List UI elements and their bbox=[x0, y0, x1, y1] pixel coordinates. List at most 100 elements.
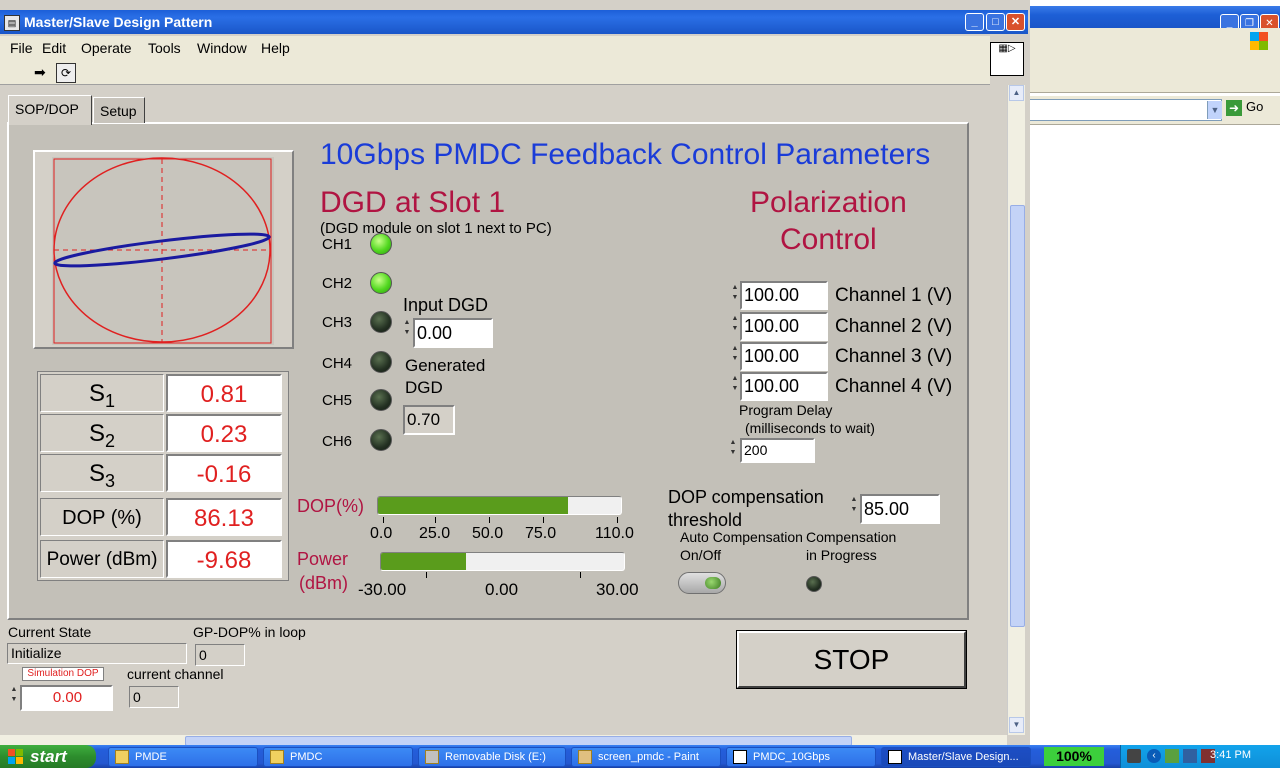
dop-tick-110: 110.0 bbox=[595, 525, 634, 542]
stop-button[interactable]: STOP bbox=[737, 631, 966, 688]
ch6-led[interactable] bbox=[370, 429, 392, 451]
ch2-led[interactable] bbox=[370, 272, 392, 294]
ch5-led[interactable] bbox=[370, 389, 392, 411]
taskbar-item-master-slave[interactable]: Master/Slave Design... bbox=[881, 747, 1031, 767]
power-tick-mid: 0.00 bbox=[485, 580, 519, 599]
dop-progress-fill bbox=[378, 497, 568, 514]
scroll-down-icon[interactable]: ▼ bbox=[1009, 717, 1024, 733]
windows-flag-icon bbox=[1250, 32, 1268, 50]
folder-icon bbox=[270, 750, 284, 764]
horizontal-scrollbar[interactable] bbox=[0, 735, 1007, 746]
dgd-title: DGD at Slot 1 bbox=[320, 186, 506, 219]
windows-logo-icon bbox=[8, 749, 23, 764]
folder-icon bbox=[115, 750, 129, 764]
ch4-led[interactable] bbox=[370, 351, 392, 373]
run-arrow-icon[interactable]: ➡ bbox=[34, 64, 50, 80]
menu-window[interactable]: Window bbox=[197, 40, 247, 56]
chevron-down-icon[interactable]: ▼ bbox=[1207, 101, 1222, 119]
taskbar-item-pmde[interactable]: PMDE bbox=[108, 747, 258, 767]
labview-window: ▤ Master/Slave Design Pattern _ □ ✕ File… bbox=[0, 0, 1030, 746]
menu-help[interactable]: Help bbox=[261, 40, 290, 56]
ch3-led[interactable] bbox=[370, 311, 392, 333]
channel-4-label: Channel 4 (V) bbox=[835, 376, 953, 397]
s3-value: -0.16 bbox=[166, 454, 282, 492]
close-icon: ✕ bbox=[1010, 16, 1021, 28]
current-state-label: Current State bbox=[8, 624, 92, 640]
network-icon bbox=[1165, 749, 1179, 763]
channel-3-field[interactable]: 100.00 bbox=[740, 342, 828, 371]
dop-tickmark bbox=[383, 517, 384, 523]
address-input[interactable]: ▼ bbox=[1028, 99, 1222, 121]
power-value: -9.68 bbox=[166, 540, 282, 578]
vertical-scrollbar[interactable]: ▲ ▼ bbox=[1007, 85, 1025, 735]
address-bar: ▼ ➜ Go bbox=[1028, 96, 1280, 125]
maximize-button[interactable]: □ bbox=[986, 13, 1005, 31]
compensation-progress-led bbox=[806, 576, 822, 592]
input-dgd-field[interactable]: 0.00 bbox=[413, 318, 493, 348]
tab-sop-dop[interactable]: SOP/DOP bbox=[8, 95, 92, 125]
channel-3-label: Channel 3 (V) bbox=[835, 346, 953, 367]
channel-4-spinner[interactable]: ▲ ▼ bbox=[731, 374, 739, 396]
channel-2-field[interactable]: 100.00 bbox=[740, 312, 828, 341]
ch1-label: CH1 bbox=[322, 236, 353, 253]
generated-dgd-label-2: DGD bbox=[405, 378, 443, 397]
menu-operate[interactable]: Operate bbox=[81, 40, 132, 56]
run-continuously-icon[interactable]: ⟳ bbox=[56, 63, 76, 83]
simulation-dop-field[interactable]: 0.00 bbox=[20, 685, 113, 711]
taskbar-item-paint[interactable]: screen_pmdc - Paint bbox=[571, 747, 721, 767]
program-delay-label: Program Delay bbox=[739, 402, 833, 418]
program-delay-field[interactable]: 200 bbox=[740, 438, 815, 463]
s1-label: S1 bbox=[40, 374, 164, 412]
taskbar-item-removable-disk[interactable]: Removable Disk (E:) bbox=[418, 747, 566, 767]
start-button[interactable]: start bbox=[0, 745, 96, 768]
simulation-dop-spinner[interactable]: ▲ ▼ bbox=[10, 685, 18, 707]
channel-4-field[interactable]: 100.00 bbox=[740, 372, 828, 401]
s1-value: 0.81 bbox=[166, 374, 282, 412]
dop-threshold-label: DOP compensation bbox=[668, 487, 824, 507]
dop-bar-label: DOP(%) bbox=[297, 496, 364, 516]
monitor-icon bbox=[1183, 749, 1197, 763]
channel-1-spinner[interactable]: ▲ ▼ bbox=[731, 283, 739, 305]
auto-compensation-label: Auto Compensation bbox=[680, 529, 803, 545]
power-progress-fill bbox=[381, 553, 467, 570]
taskbar-item-pmdc-10gbps[interactable]: PMDC_10Gbps bbox=[726, 747, 876, 767]
labview-icon bbox=[733, 750, 747, 764]
scroll-thumb[interactable] bbox=[1010, 205, 1025, 627]
input-dgd-spinner[interactable]: ▲ ▼ bbox=[403, 318, 411, 340]
menu-file[interactable]: File bbox=[10, 40, 33, 56]
channel-1-label: Channel 1 (V) bbox=[835, 285, 953, 306]
current-state-field: Initialize bbox=[7, 643, 187, 664]
dop-tickmark bbox=[489, 517, 490, 523]
program-delay-sublabel: (milliseconds to wait) bbox=[745, 420, 875, 436]
menu-tools[interactable]: Tools bbox=[148, 40, 181, 56]
dop-tickmark bbox=[617, 517, 618, 523]
channel-2-spinner[interactable]: ▲ ▼ bbox=[731, 314, 739, 336]
channel-3-spinner[interactable]: ▲ ▼ bbox=[731, 344, 739, 366]
ch1-led[interactable] bbox=[370, 233, 392, 255]
ch2-label: CH2 bbox=[322, 275, 353, 292]
close-button[interactable]: ✕ bbox=[1006, 13, 1025, 31]
taskbar-item-pmdc[interactable]: PMDC bbox=[263, 747, 413, 767]
power-tickmark bbox=[426, 572, 427, 578]
arrow-right-icon: ➜ bbox=[1226, 99, 1242, 116]
sop-polarization-plot bbox=[52, 157, 274, 345]
channel-1-field[interactable]: 100.00 bbox=[740, 281, 828, 310]
minimize-button[interactable]: _ bbox=[965, 13, 984, 31]
auto-compensation-toggle[interactable] bbox=[678, 572, 726, 594]
stokes-table: S1 0.81 S2 0.23 S3 -0.16 DOP (%) 86.13 P… bbox=[37, 371, 289, 581]
dgd-subtitle: (DGD module on slot 1 next to PC) bbox=[320, 220, 552, 237]
window-titlebar[interactable]: ▤ Master/Slave Design Pattern _ □ ✕ bbox=[0, 10, 1028, 34]
chevron-left-icon[interactable]: ‹ bbox=[1147, 749, 1161, 763]
menu-edit[interactable]: Edit bbox=[42, 40, 66, 56]
tab-setup[interactable]: Setup bbox=[93, 97, 145, 123]
power-progress-bar bbox=[380, 552, 625, 571]
dop-threshold-spinner[interactable]: ▲ ▼ bbox=[850, 495, 858, 517]
maximize-icon: □ bbox=[992, 16, 999, 28]
dop-tick-0: 0.0 bbox=[370, 525, 393, 542]
labview-app-icon: ▤ bbox=[4, 15, 20, 31]
scroll-up-icon[interactable]: ▲ bbox=[1009, 85, 1024, 101]
program-delay-spinner[interactable]: ▲ ▼ bbox=[729, 438, 737, 460]
go-button[interactable]: ➜ Go bbox=[1226, 99, 1263, 116]
dop-threshold-field[interactable]: 85.00 bbox=[860, 494, 940, 524]
dop-tick-50: 50.0 bbox=[472, 525, 504, 542]
